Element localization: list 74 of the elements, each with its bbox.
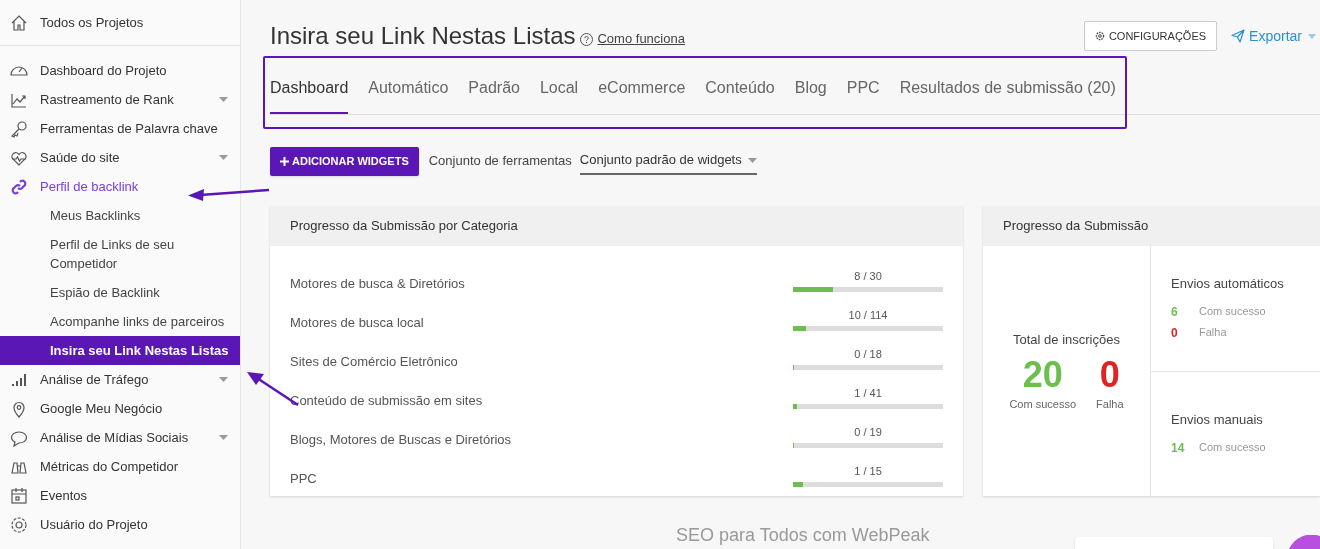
page-title: Insira seu Link Nestas Listas <box>270 21 576 51</box>
sidebar-item[interactable]: Google Meu Negócio <box>0 394 240 423</box>
link-icon <box>10 177 28 196</box>
success-count: 20 <box>1022 353 1063 396</box>
sidebar-subitem[interactable]: Perfil de Links de seu Competidor <box>0 230 240 278</box>
success-label: Com sucesso <box>1009 396 1077 412</box>
progress-reading: 0 / 19 <box>854 424 882 440</box>
sidebar-item[interactable]: Usuário do Projeto <box>0 510 240 539</box>
stat-value: 14 <box>1171 439 1186 457</box>
tab[interactable]: Padrão <box>468 76 520 114</box>
sidebar-subitem[interactable]: Espião de Backlink <box>0 278 240 307</box>
category-label: Conteúdo de submissão em sites <box>290 391 484 410</box>
stat-value: 6 <box>1171 303 1179 321</box>
footer-tagline: SEO para Todos com WebPeak <box>676 524 930 547</box>
category-label: Blogs, Motores de Buscas e Diretórios <box>290 430 513 449</box>
settings-button[interactable]: CONFIGURAÇÕES <box>1083 21 1218 51</box>
help-link[interactable]: Como funciona <box>597 29 685 49</box>
category-label: Sites de Comércio Eletrônico <box>290 352 459 371</box>
progress-reading: 1 / 15 <box>854 463 882 479</box>
sidebar-item[interactable]: Ferramentas de Palavra chave <box>0 114 240 143</box>
tab[interactable]: Local <box>539 76 579 114</box>
toolset-dropdown[interactable]: Conjunto padrão de widgets <box>579 147 757 175</box>
sidebar-item[interactable]: Eventos <box>0 481 240 510</box>
tab[interactable]: Resultados de submissão (20) <box>899 76 1116 114</box>
sidebar-item[interactable]: Todos os Projetos <box>0 0 240 46</box>
sidebar-item[interactable]: Análise de Mídias Sociais <box>0 423 240 452</box>
home-icon <box>10 13 28 32</box>
stat-value: 0 <box>1171 324 1179 342</box>
category-label: PPC <box>290 469 318 488</box>
key-icon <box>10 119 28 138</box>
gauge-icon <box>10 65 28 76</box>
caret-icon <box>747 157 757 163</box>
plus-icon <box>280 156 289 166</box>
failure-count: 0 <box>1099 353 1120 396</box>
tab[interactable]: Conteúdo <box>705 76 775 114</box>
tab[interactable]: PPC <box>846 76 880 114</box>
send-icon <box>1231 29 1246 43</box>
progress-reading: 0 / 18 <box>854 346 882 362</box>
tab[interactable]: eCommerce <box>598 76 686 114</box>
tab[interactable]: Automático <box>368 76 449 114</box>
card-title: Progresso da Submissão por Categoria <box>290 217 518 236</box>
chat-bubble[interactable] <box>1289 535 1320 549</box>
failure-label: Falha <box>1096 396 1124 412</box>
category-label: Motores de busca local <box>290 313 425 332</box>
stat-label: Com sucesso <box>1199 304 1266 320</box>
total-label: Total de inscrições <box>1013 331 1120 349</box>
settings-icon <box>1094 31 1105 41</box>
sidebar-item[interactable]: Análise de Tráfego <box>0 365 240 394</box>
toolset-label: Conjunto de ferramentas <box>428 152 572 171</box>
add-widgets-button[interactable]: ADICIONAR WIDGETS <box>270 146 419 176</box>
sidebar-item[interactable]: Perfil de backlink <box>0 172 240 201</box>
sidebar-item[interactable]: Métricas do Competidor <box>0 452 240 481</box>
calendar-icon <box>10 486 28 505</box>
sidebar-item[interactable]: Dashboard do Projeto <box>0 56 240 85</box>
sidebar-subitem[interactable]: Acompanhe links de parceiros <box>0 307 240 336</box>
caret-icon <box>1308 33 1316 39</box>
sidebar-subitem[interactable]: Meus Backlinks <box>0 201 240 230</box>
sidebar-item[interactable]: Saúde do site <box>0 143 240 172</box>
progress-reading: 1 / 41 <box>854 385 882 401</box>
sidebar-subitem[interactable]: Insira seu Link Nestas Listas <box>0 336 240 365</box>
progress-reading: 10 / 114 <box>848 307 888 323</box>
gear-icon <box>10 515 28 534</box>
stat-label: Com sucesso <box>1199 440 1266 456</box>
stat-label: Falha <box>1199 325 1227 341</box>
section-title: Envios automáticos <box>1171 274 1285 293</box>
chat-bubble-icon <box>10 428 28 447</box>
category-label: Motores de busca & Diretórios <box>290 274 466 293</box>
sidebar-item[interactable]: Rastreamento de Rank <box>0 85 240 114</box>
progress-reading: 8 / 30 <box>854 268 882 284</box>
map-pin-icon <box>10 399 28 418</box>
tab[interactable]: Dashboard <box>270 76 349 114</box>
tab[interactable]: Blog <box>794 76 827 114</box>
section-title: Envios manuais <box>1171 410 1264 429</box>
card-title: Progresso da Submissão <box>1003 217 1149 236</box>
